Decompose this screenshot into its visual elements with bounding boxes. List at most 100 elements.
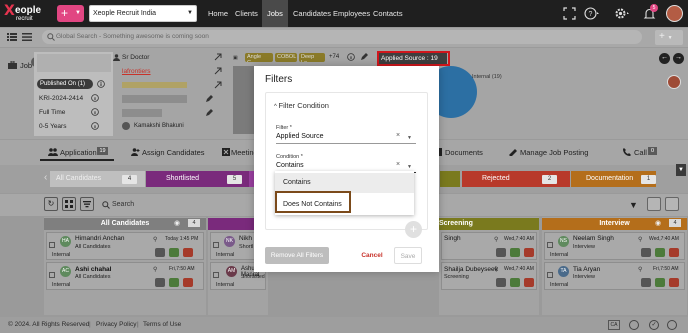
eye-icon[interactable]: ◉: [655, 219, 661, 227]
user-avatar[interactable]: [666, 5, 683, 22]
document-icon[interactable]: [641, 248, 651, 257]
thumbs-up-icon[interactable]: [655, 248, 665, 257]
tab-assign-candidates[interactable]: Assign Candidates: [142, 146, 205, 160]
candidate-card[interactable]: Singh Wed,7:40 AM ⚲: [441, 232, 537, 260]
candidate-name[interactable]: Neelam Singh: [573, 235, 614, 242]
forward-arrow-icon[interactable]: →: [673, 53, 684, 64]
filter-field-value[interactable]: Applied Source: [276, 133, 323, 140]
filter-condition-header[interactable]: ^ Filter Condition: [274, 101, 329, 110]
card-checkbox[interactable]: [213, 272, 219, 278]
clear-filter-icon[interactable]: ×: [396, 132, 400, 139]
pin-icon[interactable]: ⚲: [638, 236, 642, 243]
candidate-name[interactable]: Nikh: [239, 235, 252, 242]
remove-all-filters-button[interactable]: Remove All Filters: [265, 247, 329, 264]
nav-jobs[interactable]: Jobs: [262, 0, 288, 27]
card-checkbox[interactable]: [49, 242, 55, 248]
save-button[interactable]: Save: [394, 247, 422, 264]
published-on-chip[interactable]: Published On (1): [37, 79, 93, 89]
eye-icon[interactable]: ◉: [174, 219, 180, 227]
external-link-icon[interactable]: [214, 67, 222, 75]
pin-icon[interactable]: ⚲: [494, 236, 498, 243]
candidate-name[interactable]: Shailja Dubeyseek: [444, 266, 498, 273]
thumbs-down-icon[interactable]: [669, 278, 679, 287]
add-filter-button[interactable]: +: [405, 221, 422, 238]
card-checkbox[interactable]: [49, 272, 55, 278]
global-search-input[interactable]: Global Search - Something awesome is com…: [42, 30, 642, 44]
candidate-name[interactable]: Singh: [444, 235, 461, 242]
list-view-icon[interactable]: [665, 197, 679, 211]
filter-funnel-icon[interactable]: ▼: [629, 200, 638, 210]
info-icon[interactable]: [97, 80, 105, 88]
xeople-logo[interactable]: X eople recruit: [0, 0, 48, 27]
fullscreen-icon[interactable]: [563, 7, 576, 20]
pin-icon[interactable]: ⚲: [638, 266, 642, 273]
company-select[interactable]: Xeople Recruit India ▼: [89, 5, 197, 22]
card-checkbox[interactable]: [547, 242, 553, 248]
document-icon[interactable]: [496, 278, 506, 287]
candidate-card[interactable]: Shailja Dubeyseek Screening Wed,7:40 AM …: [441, 262, 537, 290]
back-arrow-icon[interactable]: ←: [659, 53, 670, 64]
candidate-name[interactable]: Himandri Anchan: [75, 235, 125, 242]
thumbs-up-icon[interactable]: [169, 248, 179, 257]
clear-condition-icon[interactable]: ×: [396, 161, 400, 168]
skills-more-count[interactable]: +74: [329, 54, 339, 60]
privacy-policy-link[interactable]: Privacy Policy: [96, 317, 136, 333]
filter-funnel-icon[interactable]: ▼: [676, 164, 686, 176]
candidate-card[interactable]: TA Tia Aryan Interview Internal Fri,7:50…: [544, 262, 685, 290]
job-link[interactable]: lafrontiers: [122, 68, 151, 75]
nav-home[interactable]: Home: [203, 0, 233, 27]
chat-icon[interactable]: [667, 320, 677, 330]
document-icon[interactable]: [496, 248, 506, 257]
nav-contacts[interactable]: Contacts: [368, 0, 408, 27]
pipeline-step-partial[interactable]: [440, 171, 460, 187]
list-view-icon[interactable]: [7, 32, 17, 42]
grid-view-icon[interactable]: [647, 197, 661, 211]
board-view-icon[interactable]: [62, 197, 76, 211]
edit-pencil-icon[interactable]: [360, 53, 368, 61]
info-icon[interactable]: [91, 122, 99, 130]
chevron-down-icon[interactable]: ▼: [407, 164, 412, 170]
external-link-icon[interactable]: [214, 81, 222, 89]
chevron-down-icon[interactable]: ▼: [407, 135, 412, 141]
recruiter-avatar[interactable]: [667, 75, 681, 89]
document-icon[interactable]: [155, 278, 165, 287]
pin-icon[interactable]: ⚲: [494, 266, 498, 273]
pin-icon[interactable]: ⚲: [153, 236, 157, 243]
settings-gear-icon[interactable]: [614, 7, 629, 20]
candidate-name[interactable]: Ashi chahal: [75, 266, 111, 273]
option-contains[interactable]: Contains: [275, 173, 414, 193]
card-checkbox[interactable]: [213, 242, 219, 248]
thumbs-up-icon[interactable]: [510, 248, 520, 257]
thumbs-up-icon[interactable]: [169, 278, 179, 287]
thumbs-down-icon[interactable]: [524, 248, 534, 257]
info-icon[interactable]: [91, 108, 99, 116]
thumbs-down-icon[interactable]: [524, 278, 534, 287]
candidate-card[interactable]: NS Neelam Singh Interview Internal Wed,7…: [544, 232, 685, 260]
tab-manage-job-posting[interactable]: Manage Job Posting: [520, 146, 588, 160]
candidate-card[interactable]: AC Ashi chahal All Candidates Internal F…: [46, 262, 204, 290]
edit-pencil-icon[interactable]: [205, 95, 213, 103]
menu-icon[interactable]: [22, 32, 32, 42]
thumbs-down-icon[interactable]: [669, 248, 679, 257]
candidate-card[interactable]: HA Himandri Anchan All Candidates Intern…: [46, 232, 204, 260]
cancel-button[interactable]: Cancel: [357, 247, 387, 264]
info-icon[interactable]: [91, 94, 99, 102]
external-link-icon[interactable]: [214, 53, 222, 61]
board-search-input[interactable]: Search: [112, 201, 134, 208]
help-icon[interactable]: ?: [584, 7, 599, 20]
info-icon[interactable]: [347, 53, 355, 61]
refresh-icon[interactable]: ↻: [44, 197, 58, 211]
document-icon[interactable]: [641, 278, 651, 287]
profile-icon[interactable]: [629, 320, 639, 330]
nav-clients[interactable]: Clients: [230, 0, 263, 27]
condition-field-value[interactable]: Contains: [276, 162, 304, 169]
card-checkbox[interactable]: [547, 272, 553, 278]
tab-applications[interactable]: Applications: [60, 146, 100, 160]
check-circle-icon[interactable]: ✓: [649, 320, 659, 330]
language-button[interactable]: CA: [608, 320, 620, 330]
thumbs-down-icon[interactable]: [183, 248, 193, 257]
document-icon[interactable]: [155, 248, 165, 257]
candidate-name[interactable]: Tia Aryan: [573, 266, 600, 273]
thumbs-up-icon[interactable]: [655, 278, 665, 287]
tab-documents[interactable]: Documents: [445, 146, 483, 160]
